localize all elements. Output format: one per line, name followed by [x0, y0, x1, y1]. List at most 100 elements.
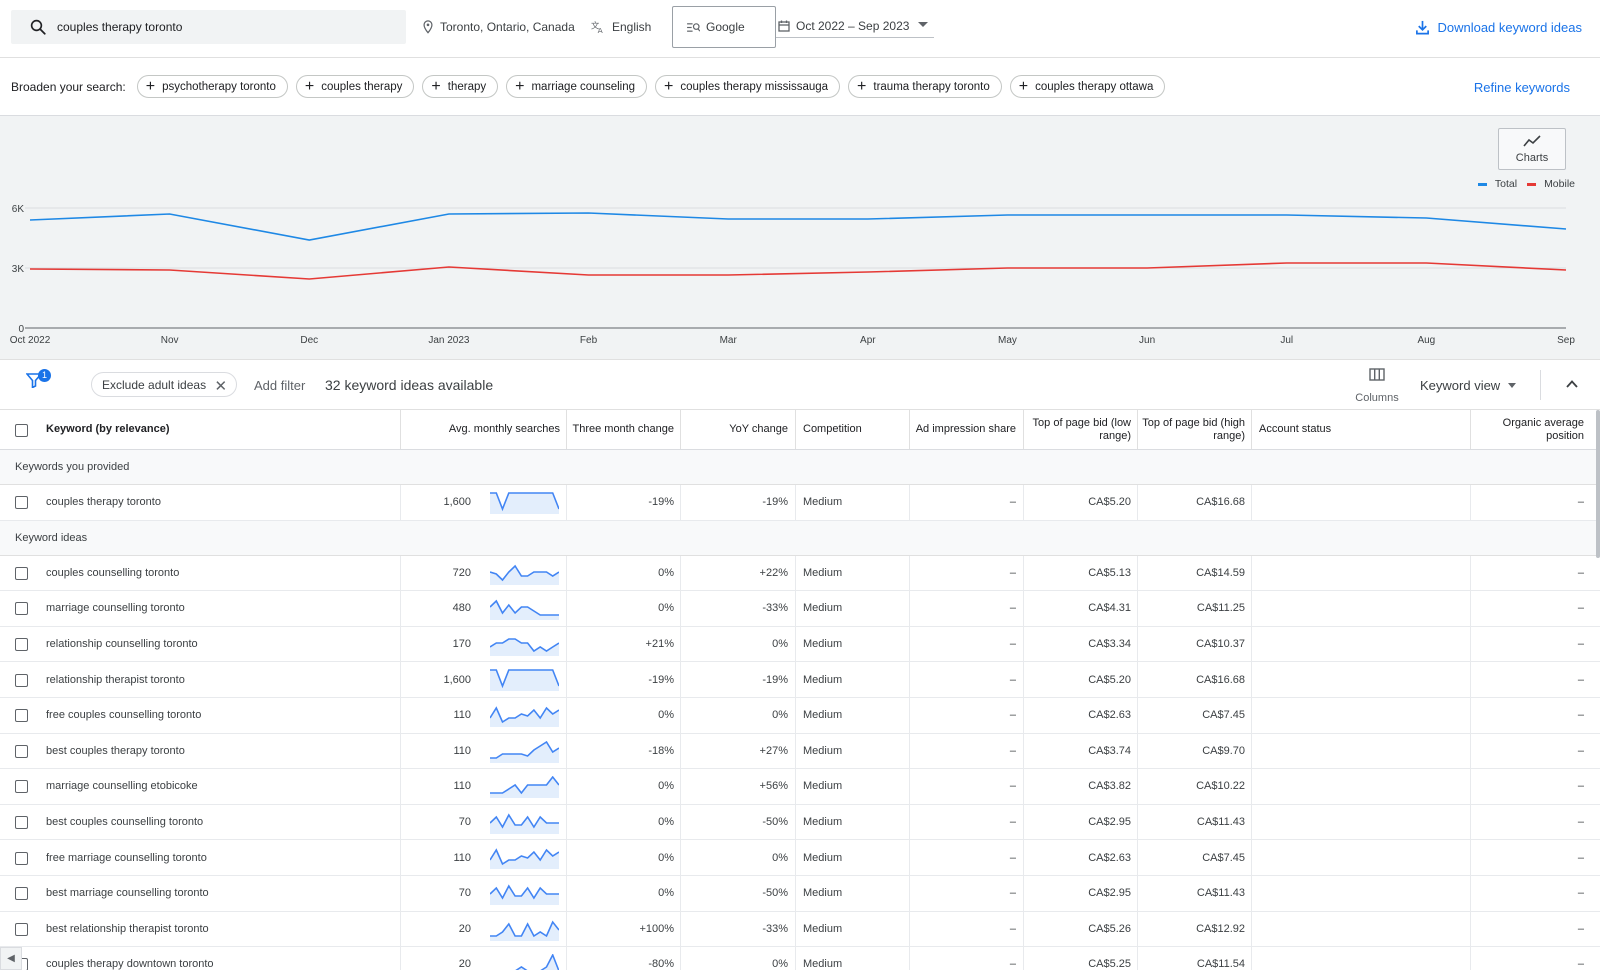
charts-button[interactable]: Charts: [1498, 128, 1566, 170]
keyword-cell[interactable]: best marriage counselling toronto: [46, 876, 209, 911]
row-checkbox[interactable]: [15, 673, 28, 687]
header-keyword[interactable]: Keyword (by relevance): [46, 410, 170, 449]
impression-cell: –: [1009, 638, 1016, 651]
keyword-cell[interactable]: couples counselling toronto: [46, 556, 179, 591]
broaden-chip[interactable]: + couples therapy: [295, 75, 415, 98]
column-divider: [1137, 591, 1138, 626]
header-organic[interactable]: Organic average position: [1474, 410, 1584, 449]
add-filter-button[interactable]: Add filter: [254, 360, 305, 410]
header-searches[interactable]: Avg. monthly searches: [405, 410, 560, 449]
table-row[interactable]: best couples therapy toronto 110 -18% +27% M…: [0, 733, 1600, 770]
keyword-cell[interactable]: couples therapy toronto: [46, 485, 161, 520]
row-checkbox[interactable]: [15, 744, 28, 758]
keyword-cell[interactable]: free marriage counselling toronto: [46, 840, 207, 875]
keyword-cell[interactable]: relationship therapist toronto: [46, 662, 185, 697]
table-row[interactable]: best couples counselling toronto 70 0% -50%…: [0, 804, 1600, 841]
row-checkbox[interactable]: [15, 638, 28, 652]
column-divider: [1251, 875, 1252, 911]
header-competition[interactable]: Competition: [803, 410, 862, 449]
refine-keywords-button[interactable]: Refine keywords: [1474, 58, 1570, 116]
close-icon[interactable]: ✕: [215, 377, 228, 395]
keyword-cell[interactable]: best couples counselling toronto: [46, 805, 203, 840]
svg-text:A: A: [598, 26, 604, 34]
table-row[interactable]: free marriage counselling toronto 110 0% 0%…: [0, 840, 1600, 876]
column-divider: [1023, 769, 1024, 804]
broaden-chip[interactable]: + couples therapy ottawa: [1009, 75, 1166, 98]
table-row[interactable]: couples therapy toronto 1,600 -19% -19% Medi…: [0, 485, 1600, 521]
column-divider: [795, 485, 796, 520]
network-selector[interactable]: Google: [672, 6, 776, 48]
bid-high-cell: CA$7.45: [1202, 851, 1245, 864]
trend-sparkline: [490, 706, 559, 727]
row-checkbox[interactable]: [15, 602, 28, 616]
exclude-adult-ideas-chip[interactable]: Exclude adult ideas ✕: [91, 372, 238, 397]
bid-high-cell: CA$9.70: [1202, 744, 1245, 757]
trend-sparkline: [490, 599, 559, 621]
column-divider: [909, 733, 910, 769]
broaden-chip[interactable]: + trauma therapy toronto: [848, 75, 1002, 98]
impression-cell: –: [1009, 709, 1016, 722]
row-checkbox[interactable]: [15, 780, 28, 794]
row-checkbox[interactable]: [15, 566, 28, 580]
header-account-status[interactable]: Account status: [1259, 410, 1331, 449]
keyword-cell[interactable]: free couples counselling toronto: [46, 698, 201, 733]
table-row[interactable]: relationship therapist toronto 1,600 -19% -…: [0, 662, 1600, 698]
table-row[interactable]: best relationship therapist toronto 20 +10…: [0, 911, 1600, 948]
search-input[interactable]: [57, 20, 377, 34]
search-box[interactable]: [11, 10, 406, 44]
broaden-chip[interactable]: + psychotherapy toronto: [136, 75, 288, 98]
language-selector[interactable]: 文A English: [591, 0, 651, 54]
row-checkbox[interactable]: [15, 922, 28, 936]
scroll-left-arrow[interactable]: ◀: [0, 947, 22, 970]
row-checkbox[interactable]: [15, 887, 28, 901]
table-row[interactable]: free couples counselling toronto 110 0% 0% M…: [0, 697, 1600, 734]
column-divider: [566, 485, 567, 520]
keyword-cell[interactable]: relationship counselling toronto: [46, 627, 198, 662]
table-row[interactable]: couples counselling toronto 720 0% +22% Medi…: [0, 555, 1600, 592]
row-checkbox[interactable]: [15, 709, 28, 723]
columns-button[interactable]: Columns: [1352, 368, 1402, 404]
table-row[interactable]: marriage counselling toronto 480 0% -33% Med…: [0, 591, 1600, 627]
column-divider: [680, 911, 681, 947]
row-checkbox[interactable]: [15, 851, 28, 865]
chevron-up-icon[interactable]: [1565, 377, 1579, 391]
row-checkbox[interactable]: [15, 496, 28, 510]
header-bid-low[interactable]: Top of page bid (low range): [1027, 410, 1131, 449]
bid-high-cell: CA$16.68: [1196, 496, 1245, 509]
column-divider: [1137, 410, 1138, 449]
header-yoy[interactable]: YoY change: [684, 410, 788, 449]
table-row[interactable]: relationship counselling toronto 170 +21% 0…: [0, 626, 1600, 663]
broaden-chip[interactable]: + marriage counseling: [506, 75, 648, 98]
keyword-cell[interactable]: best couples therapy toronto: [46, 734, 185, 769]
column-divider: [400, 626, 401, 662]
table-row[interactable]: marriage counselling etobicoke 110 0% +56% M…: [0, 769, 1600, 805]
column-divider: [1023, 875, 1024, 911]
date-range-selector[interactable]: Oct 2022 – Sep 2023: [776, 14, 934, 38]
broaden-chip[interactable]: + therapy: [422, 75, 499, 98]
header-three-month[interactable]: Three month change: [570, 410, 674, 449]
location-selector[interactable]: Toronto, Ontario, Canada: [422, 0, 575, 54]
column-divider: [680, 769, 681, 804]
vertical-scrollbar[interactable]: [1596, 410, 1600, 558]
table-row[interactable]: couples therapy downtown toronto 20 -80% 0%…: [0, 947, 1600, 970]
header-impression[interactable]: Ad impression share: [913, 410, 1016, 449]
broaden-chip[interactable]: + couples therapy mississauga: [655, 75, 841, 98]
select-all-checkbox[interactable]: [15, 423, 28, 437]
table-row[interactable]: best marriage counselling toronto 70 0% -50…: [0, 875, 1600, 912]
keyword-view-selector[interactable]: Keyword view: [1420, 360, 1517, 410]
column-divider: [909, 485, 910, 520]
header-bid-high[interactable]: Top of page bid (high range): [1141, 410, 1245, 449]
keyword-cell[interactable]: marriage counselling toronto: [46, 591, 185, 626]
column-divider: [1251, 626, 1252, 662]
column-divider: [566, 769, 567, 804]
download-keyword-ideas-button[interactable]: Download keyword ideas: [1415, 0, 1582, 54]
trend-sparkline: [490, 564, 559, 585]
row-checkbox[interactable]: [15, 816, 28, 830]
impression-cell: –: [1009, 816, 1016, 829]
keyword-cell[interactable]: best relationship therapist toronto: [46, 912, 209, 947]
x-tick-label: Apr: [860, 335, 876, 346]
keyword-cell[interactable]: couples therapy downtown toronto: [46, 947, 214, 970]
organic-cell: –: [1577, 566, 1584, 579]
keyword-cell[interactable]: marriage counselling etobicoke: [46, 769, 198, 804]
searches-cell: 20: [458, 922, 471, 935]
